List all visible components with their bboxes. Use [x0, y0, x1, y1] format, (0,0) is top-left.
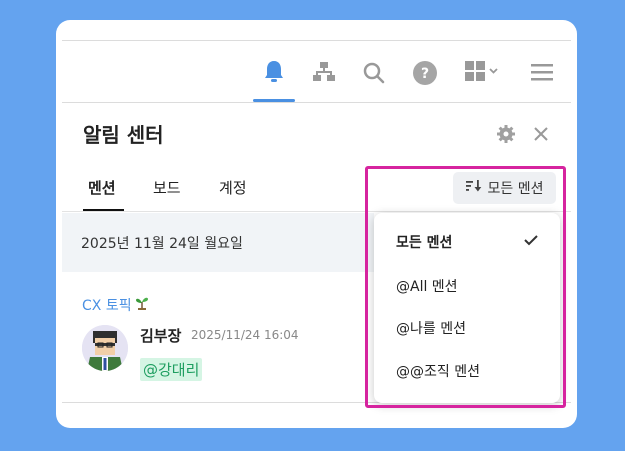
author-name: 김부장: [140, 327, 182, 345]
highlight-annotation: [365, 166, 566, 408]
topic-label[interactable]: CX 토픽: [82, 295, 150, 315]
top-divider: [62, 40, 571, 41]
toolbar-divider: [62, 102, 571, 103]
search-icon[interactable]: [362, 61, 386, 85]
topic-name[interactable]: CX 토픽: [82, 295, 132, 315]
svg-text:?: ?: [421, 66, 429, 82]
date-header-text: 2025년 11월 24일 월요일: [81, 235, 243, 252]
tab-board[interactable]: 보드: [153, 177, 181, 198]
mention-tag[interactable]: @강대리: [140, 358, 203, 381]
timestamp: 2025/11/24 16:04: [191, 328, 299, 342]
tab-account[interactable]: 계정: [219, 177, 247, 198]
close-icon[interactable]: [533, 126, 549, 142]
bell-icon[interactable]: [262, 60, 286, 84]
tab-mentions[interactable]: 멘션: [88, 177, 116, 198]
date-header: 2025년 11월 24일 월요일: [62, 213, 374, 272]
avatar[interactable]: [82, 325, 128, 371]
menu-icon[interactable]: [530, 62, 554, 82]
org-chart-icon[interactable]: [312, 61, 336, 83]
chevron-down-icon: [489, 68, 498, 74]
apps-grid-icon[interactable]: [464, 60, 500, 84]
help-icon[interactable]: ?: [412, 60, 438, 86]
gear-icon[interactable]: [496, 124, 516, 144]
sprout-icon: [134, 295, 150, 315]
panel-title: 알림 센터: [83, 123, 164, 147]
